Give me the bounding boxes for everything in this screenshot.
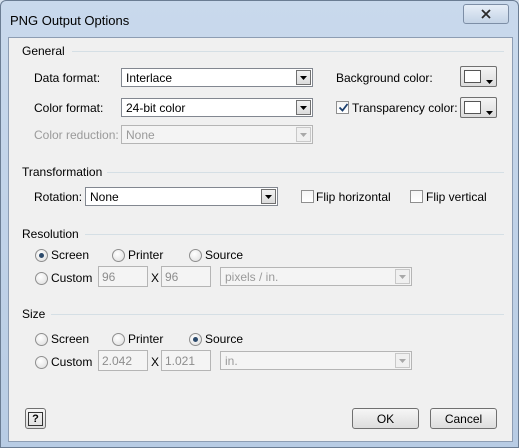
rotation-value: None <box>90 190 119 204</box>
resolution-screen-radio[interactable] <box>35 249 48 262</box>
size-width-value: 2.042 <box>102 354 133 368</box>
color-reduction-select[interactable]: None <box>121 125 313 144</box>
chevron-down-icon <box>395 353 410 368</box>
size-printer-label: Printer <box>128 332 164 346</box>
data-format-value: Interlace <box>126 71 173 85</box>
resolution-screen-label: Screen <box>51 248 90 262</box>
size-printer-radio[interactable] <box>112 333 125 346</box>
resolution-width-input[interactable]: 96 <box>98 266 148 287</box>
size-custom-label: Custom <box>51 355 93 369</box>
resolution-custom-radio[interactable] <box>35 272 48 285</box>
dialog-body: General Data format: Interlace Color for… <box>8 37 513 442</box>
general-section-title: General <box>22 44 65 58</box>
flip-vertical-label: Flip vertical <box>426 190 487 204</box>
close-icon <box>481 9 491 19</box>
background-color-label: Background color: <box>336 71 433 85</box>
size-height-value: 1.021 <box>165 354 196 368</box>
color-format-label: Color format: <box>34 101 104 115</box>
resolution-section-title: Resolution <box>22 227 79 241</box>
resolution-x-label: X <box>151 271 160 285</box>
transparency-color-label: Transparency color: <box>352 101 458 115</box>
title-bar[interactable]: PNG Output Options <box>1 1 518 35</box>
size-separator <box>51 314 504 315</box>
flip-vertical-checkbox[interactable] <box>410 190 423 203</box>
chevron-down-icon <box>395 269 410 284</box>
flip-horizontal-label: Flip horizontal <box>316 190 391 204</box>
size-source-radio[interactable] <box>189 333 202 346</box>
background-color-button[interactable] <box>460 66 497 87</box>
resolution-height-input[interactable]: 96 <box>161 266 211 287</box>
general-separator <box>72 51 504 52</box>
data-format-select[interactable]: Interlace <box>121 68 313 87</box>
cancel-button-label: Cancel <box>444 411 483 426</box>
transparency-color-checkbox[interactable] <box>336 101 349 114</box>
checkmark-icon <box>338 103 349 112</box>
rotation-label: Rotation: <box>34 190 83 204</box>
size-height-input[interactable]: 1.021 <box>161 350 211 371</box>
close-button[interactable] <box>463 4 509 24</box>
rotation-select[interactable]: None <box>85 187 278 206</box>
resolution-separator <box>85 234 504 235</box>
size-x-label: X <box>151 355 160 369</box>
chevron-down-icon <box>486 73 493 87</box>
transparency-color-button[interactable] <box>460 97 497 118</box>
size-source-label: Source <box>205 332 244 346</box>
size-section-title: Size <box>22 307 46 321</box>
resolution-width-value: 96 <box>102 270 116 284</box>
resolution-units-select[interactable]: pixels / in. <box>220 267 412 286</box>
color-reduction-label: Color reduction: <box>34 128 119 142</box>
cancel-button[interactable]: Cancel <box>430 408 497 429</box>
resolution-printer-radio[interactable] <box>112 249 125 262</box>
ok-button-label: OK <box>376 411 395 426</box>
background-color-swatch <box>464 70 481 83</box>
resolution-source-radio[interactable] <box>189 249 202 262</box>
data-format-label: Data format: <box>34 71 101 85</box>
help-icon: ? <box>28 411 43 426</box>
chevron-down-icon <box>261 189 276 204</box>
help-button[interactable]: ? <box>25 408 46 429</box>
color-format-value: 24-bit color <box>126 101 186 115</box>
size-custom-radio[interactable] <box>35 356 48 369</box>
resolution-height-value: 96 <box>165 270 179 284</box>
color-format-select[interactable]: 24-bit color <box>121 98 313 117</box>
flip-horizontal-checkbox[interactable] <box>301 190 314 203</box>
dialog-title: PNG Output Options <box>10 13 130 28</box>
chevron-down-icon <box>296 70 311 85</box>
size-units-select[interactable]: in. <box>220 351 412 370</box>
size-screen-label: Screen <box>51 332 90 346</box>
transformation-separator <box>107 172 504 173</box>
ok-button[interactable]: OK <box>352 408 419 429</box>
size-width-input[interactable]: 2.042 <box>98 350 148 371</box>
chevron-down-icon <box>296 100 311 115</box>
resolution-source-label: Source <box>205 248 244 262</box>
color-reduction-value: None <box>126 128 155 142</box>
size-units-value: in. <box>225 354 238 368</box>
chevron-down-icon <box>486 104 493 118</box>
size-screen-radio[interactable] <box>35 333 48 346</box>
transformation-section-title: Transformation <box>22 165 103 179</box>
transparency-color-swatch <box>464 101 481 114</box>
resolution-units-value: pixels / in. <box>225 270 279 284</box>
resolution-printer-label: Printer <box>128 248 164 262</box>
chevron-down-icon <box>296 127 311 142</box>
resolution-custom-label: Custom <box>51 271 93 285</box>
png-output-options-dialog: PNG Output Options General Data format: … <box>0 0 519 448</box>
